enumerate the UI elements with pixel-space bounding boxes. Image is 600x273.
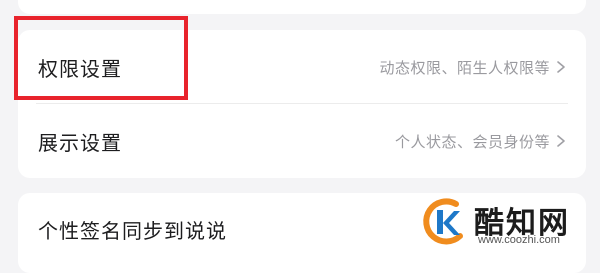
display-settings-label: 展示设置	[38, 130, 122, 155]
coozhi-logo-icon	[418, 196, 470, 248]
permission-settings-row[interactable]: 权限设置 动态权限、陌生人权限等	[18, 30, 586, 104]
settings-card: 权限设置 动态权限、陌生人权限等 展示设置 个人状态、会员身份等	[18, 30, 586, 178]
display-settings-row[interactable]: 展示设置 个人状态、会员身份等	[18, 104, 586, 178]
previous-settings-card	[18, 0, 586, 14]
display-settings-subtitle: 个人状态、会员身份等	[394, 132, 550, 151]
chevron-right-icon	[557, 135, 565, 147]
permission-settings-label: 权限设置	[38, 56, 122, 81]
permission-settings-subtitle: 动态权限、陌生人权限等	[379, 58, 550, 77]
signature-sync-label: 个性签名同步到说说	[38, 219, 227, 243]
watermark-url: www.coozhi.com	[478, 234, 560, 246]
coozhi-watermark: 酷知网 www.coozhi.com	[416, 194, 586, 250]
chevron-right-icon	[557, 61, 565, 73]
